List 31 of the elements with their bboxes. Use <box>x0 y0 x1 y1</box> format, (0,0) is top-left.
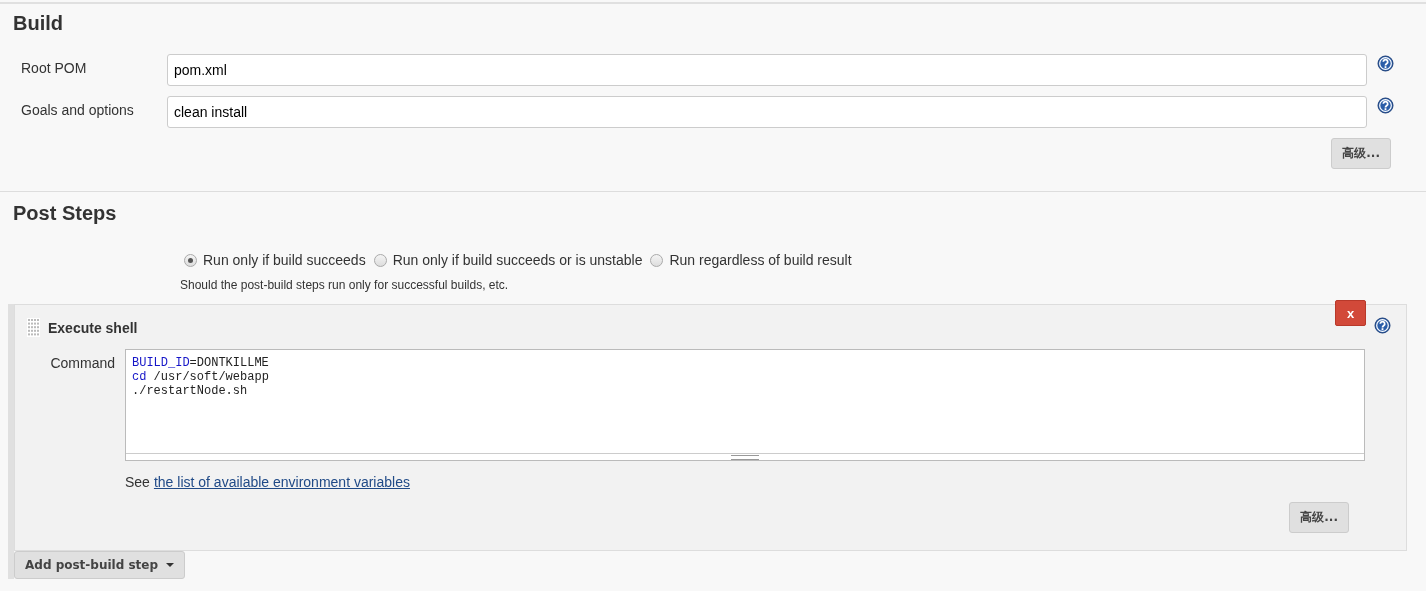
input-field[interactable]: pom.xml <box>167 54 1367 86</box>
field-label: Goals and options <box>20 101 135 118</box>
section-heading: Post Steps <box>13 202 117 225</box>
env-variables-link[interactable]: the list of available environment variables <box>153 474 410 490</box>
hint-text: Should the post-build steps run only for successful builds, etc. <box>180 278 509 292</box>
radio-button[interactable] <box>650 253 664 267</box>
add-step-button[interactable]: Add post-build step <box>14 551 186 579</box>
delete-button[interactable]: x <box>1335 300 1366 326</box>
drag-handle-icon[interactable] <box>27 318 40 337</box>
advanced-button[interactable]: 高级... <box>1331 138 1391 169</box>
code-line: ./restartNode.sh <box>132 384 249 398</box>
help-icon[interactable] <box>1374 317 1391 334</box>
input-field[interactable]: clean install <box>167 96 1367 128</box>
field-label: Command <box>49 354 116 373</box>
resize-handle-icon[interactable] <box>731 454 759 460</box>
help-icon[interactable] <box>1377 97 1394 114</box>
see-text: See <box>125 474 150 490</box>
advanced-button[interactable]: 高级... <box>1289 502 1349 533</box>
code-line: BUILD_ID=DONTKILLME <box>132 356 270 370</box>
caret-icon <box>166 563 175 567</box>
radio-label: Run regardless of build result <box>669 252 852 268</box>
radio-label: Run only if build succeeds <box>203 252 366 268</box>
help-icon[interactable] <box>1377 55 1394 72</box>
section-heading: Build <box>13 12 63 35</box>
field-label: Root POM <box>20 59 88 76</box>
radio-label: Run only if build succeeds or is unstable <box>392 252 643 268</box>
step-title: Execute shell <box>48 319 138 336</box>
code-line: cd /usr/soft/webapp <box>132 370 270 384</box>
radio-button[interactable] <box>373 253 387 267</box>
command-text-area[interactable]: BUILD_ID=DONTKILLME cd /usr/soft/webapp ./restartNode.sh <box>125 349 1365 461</box>
radio-button[interactable] <box>184 253 197 267</box>
